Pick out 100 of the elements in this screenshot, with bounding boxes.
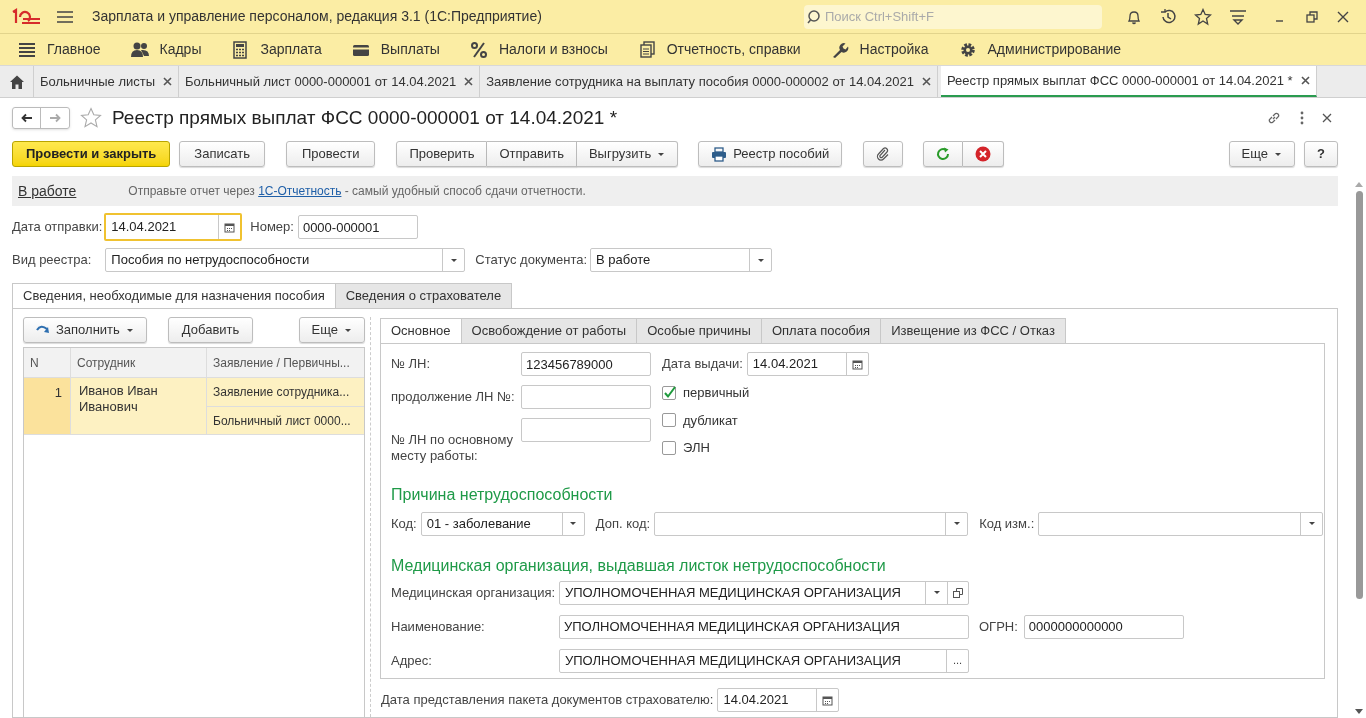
- table-cell: Больничный лист 0000...: [207, 406, 364, 434]
- table-cell: Иванов Иван Иванович: [70, 378, 206, 434]
- table-row[interactable]: 1 Иванов Иван Иванович Заявление сотрудника... Больничный лист 0000...: [24, 378, 364, 435]
- save-button[interactable]: Записать: [179, 141, 265, 167]
- history-icon[interactable]: [1159, 7, 1177, 26]
- field-label: № ЛН:: [391, 356, 432, 372]
- home-icon[interactable]: [8, 73, 25, 90]
- scroll-down-icon: [1355, 709, 1363, 714]
- registry-type-combo[interactable]: Пособия по нетрудоспособности: [105, 248, 466, 272]
- more-button[interactable]: Еще: [1228, 141, 1296, 167]
- caret-icon: [449, 257, 458, 263]
- document-tab[interactable]: Реестр прямых выплат ФСС 0000-000001 от 14.04.2021 *: [941, 66, 1317, 97]
- section-link[interactable]: Отчетность, справки: [666, 39, 801, 60]
- more-vertical-icon[interactable]: [1300, 111, 1304, 125]
- restore-icon[interactable]: [1305, 9, 1319, 24]
- field-label: Адрес:: [391, 651, 433, 670]
- close-icon[interactable]: [1336, 9, 1350, 24]
- field-label: Код изм.:: [979, 514, 1035, 533]
- checkbox[interactable]: [662, 385, 676, 400]
- app-title: Зарплата и управление персоналом, редакция 3.1 (1С:Предприятие): [92, 7, 542, 26]
- section-link[interactable]: Выплаты: [380, 39, 440, 60]
- menu-icon[interactable]: [56, 9, 74, 24]
- star-icon[interactable]: [80, 107, 102, 129]
- curved-arrow-icon: [36, 324, 50, 336]
- section-tab[interactable]: Сведения, необходимые для назначения пособия: [12, 283, 336, 309]
- date-field[interactable]: 14.04.2021: [717, 688, 840, 712]
- field-label: Дата отправки:: [12, 218, 103, 237]
- field-label: Дата выдачи:: [662, 355, 743, 374]
- form-tab[interactable]: Освобождение от работы: [461, 318, 638, 344]
- back-arrow-icon: [20, 113, 33, 123]
- search-field[interactable]: Поиск Ctrl+Shift+F: [804, 4, 1102, 29]
- status-combo[interactable]: В работе: [590, 248, 773, 272]
- date-field[interactable]: 14.04.2021: [746, 352, 869, 376]
- main-job-ln-field[interactable]: [521, 418, 651, 442]
- export-button[interactable]: Выгрузить: [576, 141, 679, 167]
- print-registry-button[interactable]: Реестр пособий: [698, 141, 843, 167]
- more-button[interactable]: Еще: [298, 317, 365, 343]
- name-field[interactable]: УПОЛНОМОЧЕННАЯ МЕДИЦИНСКАЯ ОРГАНИЗАЦИЯ: [559, 614, 969, 639]
- section-tab[interactable]: Сведения о страхователе: [335, 283, 513, 309]
- form-tab[interactable]: Особые причины: [637, 318, 762, 344]
- document-tab[interactable]: Заявление сотрудника на выплату пособия 0000-000002 от 14.04.2021: [480, 66, 938, 97]
- column-header[interactable]: Сотрудник: [70, 348, 206, 377]
- field-label: ОГРН:: [979, 617, 1018, 636]
- add-button[interactable]: Добавить: [167, 317, 254, 343]
- column-header[interactable]: Заявление / Первичны...: [206, 348, 364, 377]
- documents-icon: [637, 40, 656, 59]
- medical-org-combo[interactable]: УПОЛНОМОЧЕННАЯ МЕДИЦИНСКАЯ ОРГАНИЗАЦИЯ: [559, 580, 969, 605]
- status-link[interactable]: В работе: [18, 180, 77, 202]
- field-label: Доп. код:: [595, 514, 651, 533]
- reporting-link[interactable]: 1С-Отчетность: [258, 184, 342, 198]
- checkbox-label: дубликат: [683, 411, 738, 430]
- link-icon[interactable]: [1266, 110, 1282, 126]
- close-icon[interactable]: [1300, 76, 1310, 85]
- form-tab[interactable]: Основное: [380, 318, 462, 344]
- percent-icon: [469, 40, 488, 59]
- caret-icon: [125, 327, 134, 333]
- section-link[interactable]: Настройка: [859, 39, 929, 60]
- column-header[interactable]: N: [24, 348, 70, 377]
- document-tab[interactable]: Больничные листы: [34, 66, 180, 97]
- document-tab[interactable]: Больничный лист 0000-000001 от 14.04.2021: [179, 66, 481, 97]
- calendar-icon: [851, 358, 863, 370]
- number-field[interactable]: 0000-000001: [297, 215, 418, 239]
- close-icon[interactable]: [163, 77, 173, 86]
- ogrn-field[interactable]: 0000000000000: [1023, 614, 1184, 639]
- filter-menu-icon[interactable]: [1229, 8, 1247, 25]
- form-tab[interactable]: Оплата пособия: [761, 318, 882, 344]
- cancel-button[interactable]: [963, 141, 1005, 167]
- post-button[interactable]: Провести: [285, 141, 376, 167]
- section-link[interactable]: Налоги и взносы: [498, 39, 608, 60]
- attach-button[interactable]: [863, 141, 904, 167]
- table-cell: 1: [24, 378, 70, 434]
- form-tab[interactable]: Извещение из ФСС / Отказ: [881, 318, 1066, 344]
- check-button[interactable]: Проверить: [396, 141, 488, 167]
- notice-text: Отправьте отчет через 1С-Отчетность - самый удобный способ сдачи отчетности.: [128, 183, 586, 200]
- star-icon[interactable]: [1194, 7, 1212, 26]
- section-link[interactable]: Зарплата: [260, 39, 322, 60]
- send-button[interactable]: Отправить: [487, 141, 577, 167]
- cancel-icon: [975, 146, 992, 162]
- post-and-close-button[interactable]: Провести и закрыть: [12, 141, 171, 167]
- select-button[interactable]: ...: [946, 649, 968, 672]
- section-link[interactable]: Главное: [47, 39, 101, 60]
- checkbox[interactable]: [662, 440, 676, 455]
- document-title: Реестр прямых выплат ФСС 0000-000001 от 14.04.2021 *: [112, 105, 618, 130]
- close-icon[interactable]: [1322, 113, 1332, 123]
- fill-button[interactable]: Заполнить: [23, 317, 147, 343]
- section-link[interactable]: Администрирование: [987, 39, 1121, 60]
- bell-icon[interactable]: [1126, 8, 1142, 25]
- address-field[interactable]: УПОЛНОМОЧЕННАЯ МЕДИЦИНСКАЯ ОРГАНИЗАЦИЯ ...: [559, 648, 969, 673]
- ln-number-field[interactable]: 123456789000: [521, 352, 651, 376]
- section-heading: Причина нетрудоспособности: [391, 484, 614, 505]
- close-icon[interactable]: [464, 77, 474, 86]
- date-field[interactable]: 14.04.2021: [104, 213, 243, 241]
- close-icon[interactable]: [922, 77, 931, 86]
- section-link[interactable]: Кадры: [159, 39, 202, 60]
- refresh-icon: [936, 147, 951, 161]
- refresh-button[interactable]: [923, 141, 964, 167]
- continuation-field[interactable]: [521, 385, 651, 409]
- code-combo[interactable]: 01 - заболевание: [420, 511, 585, 536]
- help-button[interactable]: ?: [1304, 141, 1338, 167]
- checkbox[interactable]: [662, 413, 676, 428]
